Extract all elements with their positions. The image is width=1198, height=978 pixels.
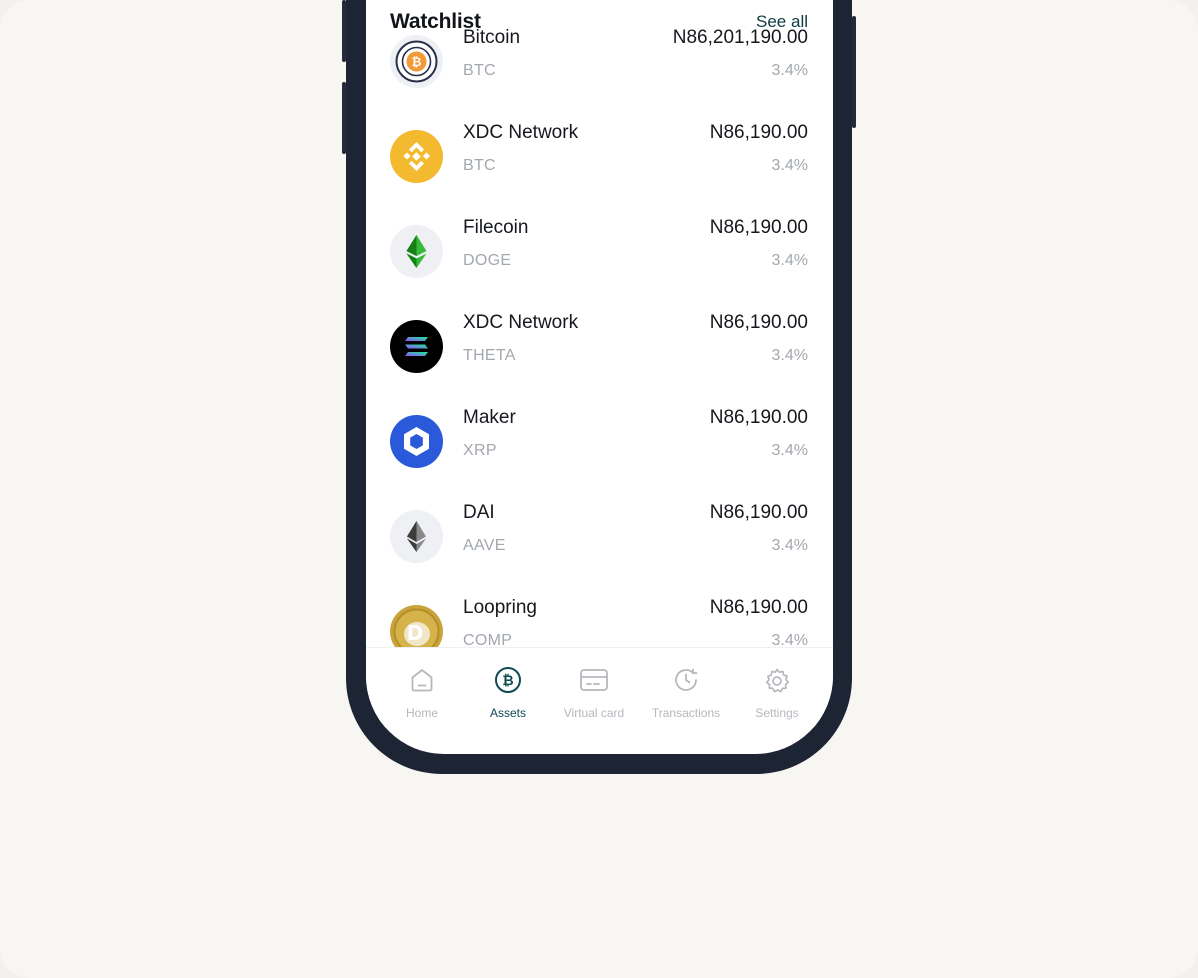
chainlink-icon	[390, 415, 443, 468]
watchlist-row[interactable]: Maker XRP N86,190.00 3.4%	[390, 407, 808, 477]
nav-item-settings[interactable]: Settings	[732, 666, 822, 720]
ethereum-icon	[390, 510, 443, 563]
asset-symbol: COMP	[463, 632, 513, 647]
svg-text:₿: ₿	[502, 673, 513, 689]
asset-symbol: BTC	[463, 157, 496, 174]
asset-change: 3.4%	[771, 442, 808, 459]
asset-name: Maker	[463, 407, 516, 428]
watchlist-row[interactable]: XDC Network THETA N86,190.00 3.4%	[390, 312, 808, 382]
phone-side-button	[342, 82, 346, 154]
bottom-nav: Home ₿ Assets Virtual card Transactions …	[366, 647, 833, 728]
watchlist-section: Watchlist See all ₿ Bitcoin BTC N86,201,…	[366, 0, 833, 647]
watchlist-row[interactable]: DAI AAVE N86,190.00 3.4%	[390, 502, 808, 572]
asset-name: XDC Network	[463, 312, 579, 333]
watchlist-row[interactable]: D Loopring COMP N86,190.00 3.4%	[390, 597, 808, 647]
nav-label: Settings	[755, 706, 799, 720]
asset-change: 3.4%	[771, 347, 808, 364]
nav-label: Assets	[489, 706, 526, 720]
bitcoin-icon: ₿	[390, 35, 443, 88]
nav-label: Transactions	[651, 706, 721, 720]
asset-change: 3.4%	[771, 252, 808, 269]
solana-icon	[390, 320, 443, 373]
asset-name: Loopring	[463, 597, 537, 618]
asset-change: 3.4%	[771, 632, 808, 647]
asset-price: N86,190.00	[709, 217, 808, 238]
phone-side-button	[342, 0, 346, 62]
asset-name: Filecoin	[463, 217, 529, 238]
svg-text:D: D	[407, 621, 424, 645]
asset-price: N86,190.00	[709, 122, 808, 143]
asset-price: N86,190.00	[709, 502, 808, 523]
asset-change: 3.4%	[771, 62, 808, 79]
nav-item-transactions[interactable]: Transactions	[641, 666, 731, 720]
bitcoin-circle-icon: ₿	[495, 667, 521, 693]
card-icon	[580, 669, 608, 691]
watchlist-row[interactable]: ₿ Bitcoin BTC N86,201,190.00 3.4%	[390, 27, 808, 97]
nav-label: Virtual card	[563, 706, 625, 720]
watchlist-row[interactable]: Filecoin DOGE N86,190.00 3.4%	[390, 217, 808, 287]
asset-price: N86,201,190.00	[672, 27, 808, 48]
asset-price: N86,190.00	[709, 597, 808, 618]
asset-name: Bitcoin	[463, 27, 521, 48]
asset-change: 3.4%	[771, 157, 808, 174]
phone-power-button	[852, 16, 856, 128]
nav-item-virtual-card[interactable]: Virtual card	[549, 666, 639, 720]
asset-symbol: THETA	[463, 347, 516, 364]
binance-icon	[390, 130, 443, 183]
asset-symbol: DOGE	[463, 252, 512, 269]
dogecoin-icon: D	[390, 605, 443, 647]
asset-symbol: AAVE	[463, 537, 506, 554]
gear-icon	[765, 668, 790, 693]
nav-label: Home	[405, 706, 438, 720]
asset-price: N86,190.00	[709, 312, 808, 333]
ethereum-classic-icon	[390, 225, 443, 278]
asset-change: 3.4%	[771, 537, 808, 554]
watchlist-row[interactable]: XDC Network BTC N86,190.00 3.4%	[390, 122, 808, 192]
asset-symbol: XRP	[463, 442, 497, 459]
asset-name: DAI	[463, 502, 495, 523]
history-icon	[675, 668, 698, 691]
home-icon	[411, 669, 433, 692]
canvas-background: Watchlist See all ₿ Bitcoin BTC N86,201,…	[0, 0, 1198, 978]
asset-name: XDC Network	[463, 122, 579, 143]
phone-screen: Watchlist See all ₿ Bitcoin BTC N86,201,…	[366, 0, 833, 754]
nav-item-assets[interactable]: ₿ Assets	[463, 666, 553, 720]
asset-symbol: BTC	[463, 62, 496, 79]
asset-price: N86,190.00	[709, 407, 808, 428]
svg-text:₿: ₿	[412, 55, 422, 69]
nav-item-home[interactable]: Home	[377, 666, 467, 720]
